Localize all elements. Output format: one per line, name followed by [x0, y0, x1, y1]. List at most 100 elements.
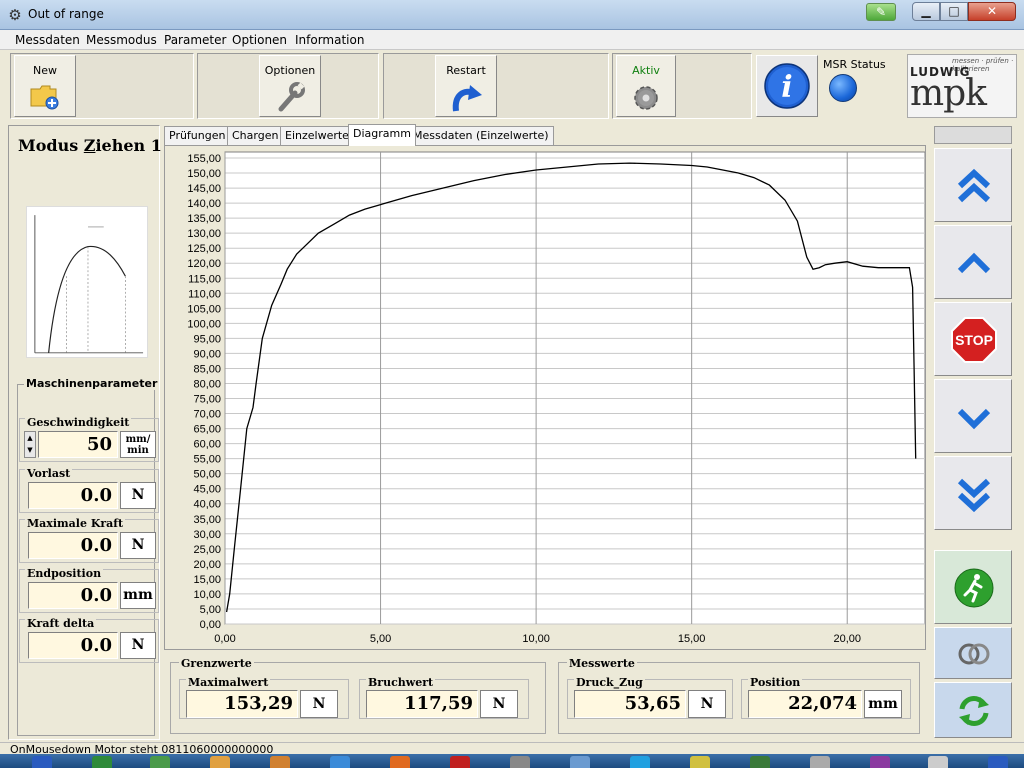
double-chevron-up-icon — [957, 168, 991, 203]
help-pencil-button[interactable]: ✎ — [866, 3, 896, 21]
tab-diagramm[interactable]: Diagramm — [348, 124, 416, 146]
svg-text:i: i — [781, 70, 792, 105]
bruchwert-unit: N — [480, 690, 518, 718]
taskbar-app-icon[interactable] — [870, 756, 890, 768]
tab-einzelwerte[interactable]: Einzelwerte — [280, 126, 354, 146]
position-box: Position 22,074 mm — [741, 676, 911, 719]
msr-status-label: MSR Status — [823, 58, 886, 71]
vorlast-group: Vorlast 0.0 N — [19, 467, 159, 513]
aktiv-button[interactable]: Aktiv — [616, 55, 676, 117]
close-button[interactable]: ✕ — [968, 2, 1016, 21]
y-tick-label: 15,00 — [193, 574, 221, 586]
taskbar-app-icon[interactable] — [150, 756, 170, 768]
page-up-fast-button[interactable] — [934, 148, 1012, 222]
stress-strain-thumbnail — [26, 206, 148, 358]
y-tick-label: 50,00 — [193, 469, 221, 481]
y-tick-label: 75,00 — [193, 394, 221, 406]
kraft-delta-unit: N — [120, 632, 156, 659]
taskbar-firefox-icon[interactable] — [390, 756, 410, 768]
new-button[interactable]: New — [14, 55, 76, 117]
taskbar-app-icon[interactable] — [810, 756, 830, 768]
left-panel: Modus Ziehen 1 Maschinenparameter Geschw… — [8, 125, 162, 740]
speed-spinner[interactable]: ▲ ▼ — [24, 431, 36, 458]
page-up-button[interactable] — [934, 225, 1012, 299]
optionen-label: Optionen — [264, 64, 316, 77]
y-tick-label: 100,00 — [187, 318, 221, 330]
status-bar: OnMousedown Motor steht 0811060000000000 — [0, 742, 1024, 756]
taskbar-app-icon[interactable] — [330, 756, 350, 768]
tab-pruefungen[interactable]: Prüfungen — [164, 126, 231, 146]
y-tick-label: 65,00 — [193, 424, 221, 436]
endposition-value[interactable]: 0.0 — [28, 582, 118, 609]
restart-arrow-icon — [452, 85, 482, 112]
bruchwert-box: Bruchwert 117,59 N — [359, 676, 529, 719]
start-run-button[interactable] — [934, 550, 1012, 624]
y-tick-label: 45,00 — [193, 484, 221, 496]
menu-messmodus[interactable]: Messmodus — [86, 33, 157, 47]
link-rings-button[interactable] — [934, 627, 1012, 679]
taskbar-app-icon[interactable] — [750, 756, 770, 768]
maximalwert-value: 153,29 — [186, 690, 298, 718]
endposition-group: Endposition 0.0 mm — [19, 567, 159, 613]
refresh-button[interactable] — [934, 682, 1012, 738]
window-title: Out of range — [28, 7, 104, 21]
taskbar-app-icon[interactable] — [510, 756, 530, 768]
geschwindigkeit-value[interactable]: 50 — [38, 431, 118, 458]
gear-icon — [634, 86, 658, 110]
force-position-chart[interactable]: 0,00 5,00 10,00 15,00 20,00 25,00 30,00 35,00 40… — [165, 146, 925, 649]
tab-strip: Prüfungen Chargen Einzelwerte Diagramm M… — [164, 124, 926, 146]
maximale-kraft-label: Maximale Kraft — [25, 517, 126, 530]
endposition-unit: mm — [120, 582, 156, 609]
y-tick-label: 0,00 — [200, 619, 221, 631]
endposition-label: Endposition — [25, 567, 104, 580]
tab-messdaten-einzelwerte[interactable]: Messdaten (Einzelwerte) — [408, 126, 554, 146]
aktiv-label: Aktiv — [632, 64, 660, 77]
vorlast-value[interactable]: 0.0 — [28, 482, 118, 509]
chevron-up-icon — [957, 252, 991, 274]
stop-button[interactable]: STOP — [934, 302, 1012, 376]
info-button[interactable]: i — [756, 55, 818, 117]
y-tick-label: 120,00 — [187, 258, 221, 270]
taskbar-word-icon[interactable] — [32, 756, 52, 768]
taskbar-app-icon[interactable] — [988, 756, 1008, 768]
y-tick-label: 150,00 — [187, 168, 221, 180]
y-tick-label: 125,00 — [187, 243, 221, 255]
kraft-delta-label: Kraft delta — [25, 617, 97, 630]
menu-messdaten[interactable]: Messdaten — [15, 33, 80, 47]
taskbar-app-icon[interactable] — [450, 756, 470, 768]
chart-x-ticks: 0,00 5,00 10,00 15,00 20,00 — [214, 633, 861, 645]
druck-zug-box: Druck_Zug 53,65 N — [567, 676, 733, 719]
taskbar-app-icon[interactable] — [210, 756, 230, 768]
y-tick-label: 80,00 — [193, 378, 221, 390]
x-tick-label: 20,00 — [833, 633, 861, 645]
taskbar-app-icon[interactable] — [570, 756, 590, 768]
page-down-button[interactable] — [934, 379, 1012, 453]
geschwindigkeit-group: Geschwindigkeit ▲ ▼ 50 mm/min — [19, 416, 159, 462]
menu-parameter[interactable]: Parameter — [164, 33, 226, 47]
x-tick-label: 15,00 — [678, 633, 706, 645]
chart-y-ticks: 0,00 5,00 10,00 15,00 20,00 25,00 30,00 35,00 40… — [187, 153, 221, 631]
restart-button[interactable]: Restart — [435, 55, 497, 117]
maximize-button[interactable]: □ — [940, 2, 968, 21]
right-nav-panel: STOP — [932, 124, 1016, 740]
restart-label: Restart — [446, 64, 486, 77]
maximale-kraft-value[interactable]: 0.0 — [28, 532, 118, 559]
optionen-button[interactable]: Optionen — [259, 55, 321, 117]
taskbar-app-icon[interactable] — [270, 756, 290, 768]
bruchwert-value: 117,59 — [366, 690, 478, 718]
y-tick-label: 60,00 — [193, 439, 221, 451]
stop-sign-icon: STOP — [951, 317, 997, 363]
menu-information[interactable]: Information — [295, 33, 364, 47]
kraft-delta-value[interactable]: 0.0 — [28, 632, 118, 659]
menu-optionen[interactable]: Optionen — [232, 33, 287, 47]
taskbar-gear-icon[interactable] — [928, 756, 948, 768]
y-tick-label: 25,00 — [193, 544, 221, 556]
page-down-fast-button[interactable] — [934, 456, 1012, 530]
taskbar-excel-icon[interactable] — [92, 756, 112, 768]
taskbar-app-icon[interactable] — [690, 756, 710, 768]
plot-area — [224, 151, 925, 625]
minimize-button[interactable]: ▁ — [912, 2, 940, 21]
taskbar-skype-icon[interactable] — [630, 756, 650, 768]
chart-grid — [224, 151, 925, 625]
tab-chargen[interactable]: Chargen — [227, 126, 284, 146]
